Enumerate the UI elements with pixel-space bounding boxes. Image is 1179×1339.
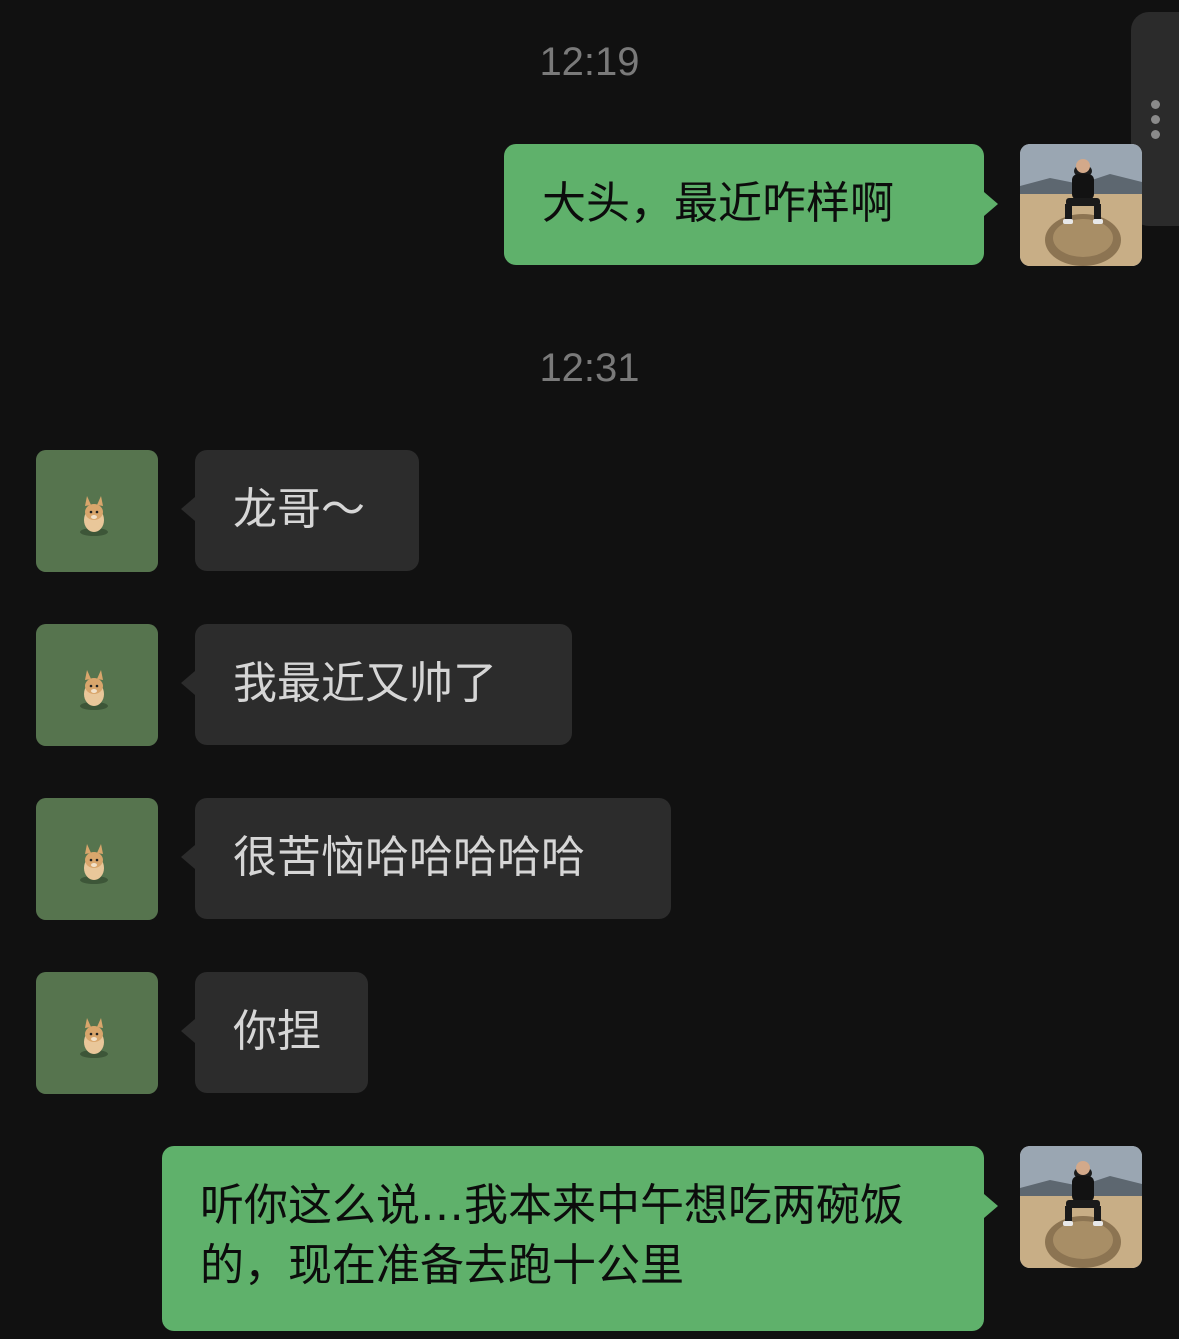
incoming-message[interactable]: 你捏 bbox=[195, 972, 368, 1093]
message-text: 你捏 bbox=[233, 1006, 321, 1057]
my-avatar[interactable] bbox=[1020, 1146, 1142, 1268]
chat-view: 12:19 大头，最近咋样啊 12:31 龙哥～ 我最近又帅了 很苦恼哈哈哈哈哈… bbox=[0, 0, 1179, 1339]
bubble-tail bbox=[181, 845, 195, 869]
bubble-tail bbox=[181, 497, 195, 521]
timestamp: 12:31 bbox=[539, 346, 640, 390]
friend-avatar[interactable] bbox=[36, 624, 158, 746]
message-text: 大头，最近咋样啊 bbox=[542, 178, 894, 229]
outgoing-message[interactable]: 听你这么说…我本来中午想吃两碗饭的，现在准备去跑十公里 bbox=[162, 1146, 984, 1331]
friend-avatar[interactable] bbox=[36, 798, 158, 920]
incoming-message[interactable]: 很苦恼哈哈哈哈哈 bbox=[195, 798, 671, 919]
bubble-tail bbox=[181, 671, 195, 695]
bubble-tail bbox=[181, 1019, 195, 1043]
my-avatar[interactable] bbox=[1020, 144, 1142, 266]
bubble-tail bbox=[984, 192, 998, 216]
outgoing-message[interactable]: 大头，最近咋样啊 bbox=[504, 144, 984, 265]
message-text: 很苦恼哈哈哈哈哈 bbox=[233, 832, 585, 883]
incoming-message[interactable]: 龙哥～ bbox=[195, 450, 419, 571]
bubble-tail bbox=[984, 1194, 998, 1218]
message-text: 听你这么说…我本来中午想吃两碗饭的，现在准备去跑十公里 bbox=[200, 1180, 904, 1291]
incoming-message[interactable]: 我最近又帅了 bbox=[195, 624, 572, 745]
timestamp: 12:19 bbox=[539, 40, 640, 84]
friend-avatar[interactable] bbox=[36, 972, 158, 1094]
friend-avatar[interactable] bbox=[36, 450, 158, 572]
message-text: 龙哥～ bbox=[233, 484, 365, 535]
message-text: 我最近又帅了 bbox=[233, 658, 497, 709]
